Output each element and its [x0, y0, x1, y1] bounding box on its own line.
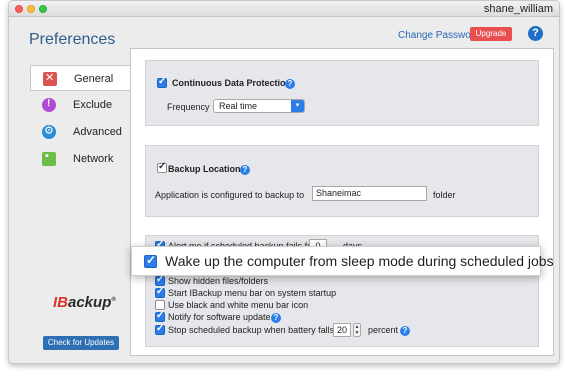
sidebar-item-label: Network	[73, 153, 114, 165]
wake-from-sleep-callout: Wake up the computer from sleep mode dur…	[131, 246, 554, 276]
ibackup-logo: IBackup®	[53, 294, 116, 311]
folder-label: folder	[433, 190, 456, 200]
backup-folder-field[interactable]: Shaneimac	[312, 186, 427, 201]
change-password-link[interactable]: Change Password	[398, 30, 480, 41]
show-hidden-label: Show hidden files/folders	[168, 276, 269, 286]
chevron-updown-icon: ▾	[291, 100, 304, 112]
wake-from-sleep-checkbox[interactable]	[144, 253, 157, 268]
battery-stepper[interactable]: ▲ ▼	[353, 323, 361, 337]
help-icon[interactable]: ?	[400, 326, 410, 336]
sidebar-item-exclude[interactable]: Exclude	[30, 92, 130, 118]
battery-label: Stop scheduled backup when battery falls…	[168, 325, 345, 335]
page-title: Preferences	[29, 31, 116, 48]
backup-location-checkbox[interactable]	[157, 161, 167, 173]
frequency-select[interactable]: Real time ▾	[213, 99, 305, 113]
bw-icon-label: Use black and white menu bar icon	[168, 300, 309, 310]
battery-checkbox[interactable]	[155, 323, 165, 335]
help-icon[interactable]: ?	[285, 79, 295, 89]
minimize-window-button[interactable]	[27, 5, 35, 13]
bw-icon-checkbox[interactable]	[155, 300, 165, 310]
sidebar-item-network[interactable]: Network	[30, 146, 130, 172]
notify-update-label: Notify for software update	[168, 312, 271, 322]
check-for-updates-button[interactable]: Check for Updates	[43, 336, 119, 350]
network-icon	[42, 150, 56, 166]
frequency-label: Frequency	[167, 102, 210, 112]
backup-location-section: Backup Location ? Application is configu…	[145, 145, 539, 217]
preferences-window: shane_william Preferences Change Passwor…	[8, 0, 560, 364]
start-menubar-label: Start IBackup menu bar on system startup	[168, 288, 337, 298]
help-icon[interactable]: ?	[271, 313, 281, 323]
exclude-icon	[42, 98, 56, 112]
help-icon[interactable]: ?	[528, 26, 543, 41]
notify-update-checkbox[interactable]	[155, 310, 165, 322]
gear-icon	[42, 124, 56, 139]
wrench-icon	[43, 71, 57, 86]
close-window-button[interactable]	[15, 5, 23, 13]
cdp-label: Continuous Data Protection	[172, 78, 291, 88]
configured-label: Application is configured to backup to	[155, 190, 305, 200]
backup-location-label: Backup Location	[168, 164, 241, 174]
show-hidden-checkbox[interactable]	[155, 274, 165, 286]
cdp-section: Continuous Data Protection ? Frequency R…	[145, 60, 539, 126]
sidebar-item-advanced[interactable]: Advanced	[30, 119, 130, 145]
percent-label: percent	[368, 325, 399, 335]
wake-from-sleep-label: Wake up the computer from sleep mode dur…	[165, 253, 554, 269]
sidebar-item-label: Advanced	[73, 126, 122, 138]
upgrade-button[interactable]: Upgrade	[470, 27, 512, 41]
username-label: shane_william	[483, 3, 553, 15]
help-icon[interactable]: ?	[240, 165, 250, 175]
sidebar-item-label: General	[74, 73, 114, 85]
zoom-window-button[interactable]	[39, 5, 47, 13]
title-bar: shane_william	[9, 1, 559, 17]
cdp-checkbox[interactable]	[157, 76, 167, 88]
frequency-value: Real time	[219, 101, 258, 111]
general-settings-pane: Continuous Data Protection ? Frequency R…	[130, 48, 554, 356]
start-menubar-checkbox[interactable]	[155, 286, 165, 298]
sidebar-item-general[interactable]: General	[30, 65, 131, 91]
battery-percent-field[interactable]: 20	[333, 323, 351, 337]
sidebar-item-label: Exclude	[73, 99, 113, 111]
